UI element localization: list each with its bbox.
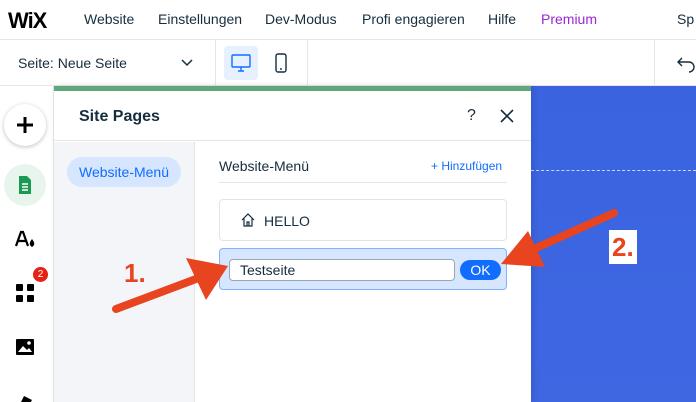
- plus-icon: [17, 117, 33, 133]
- pages-menu-button[interactable]: [4, 164, 46, 206]
- page-selector-value: Neue Seite: [57, 55, 127, 71]
- top-menu-bar: WiX Website Einstellungen Dev-Modus Prof…: [0, 0, 696, 40]
- panel-title: Site Pages: [79, 108, 160, 125]
- blog-button[interactable]: [4, 380, 46, 402]
- page-row-hello[interactable]: HELLO: [219, 199, 507, 241]
- desktop-view-button[interactable]: [224, 46, 258, 80]
- left-tool-rail: 2: [0, 86, 54, 402]
- toolbar-divider: [654, 40, 655, 86]
- add-elements-button[interactable]: [4, 104, 46, 146]
- menu-premium[interactable]: Premium: [541, 11, 597, 27]
- section-divider: [219, 182, 507, 183]
- menu-dev-modus[interactable]: Dev-Modus: [265, 11, 337, 27]
- site-pages-panel: Site Pages ? Website-Menü Website-Menü +…: [54, 86, 531, 402]
- annotation-step-1: 1.: [124, 258, 146, 288]
- apps-notification-badge: 2: [33, 267, 48, 282]
- undo-icon[interactable]: [676, 53, 696, 73]
- section-title: Website-Menü: [219, 158, 310, 174]
- page-name: HELLO: [264, 213, 310, 229]
- page-selector-label: Seite: Neue Seite: [18, 55, 127, 71]
- menu-hilfe[interactable]: Hilfe: [488, 11, 516, 27]
- menu-profi-engagieren[interactable]: Profi engagieren: [362, 11, 465, 27]
- add-page-link[interactable]: + Hinzufügen: [431, 159, 502, 173]
- toolbar-divider: [307, 40, 308, 86]
- panel-header: Site Pages ?: [54, 91, 531, 141]
- editor-toolbar: Seite: Neue Seite: [0, 40, 696, 86]
- pen-nib-icon: [21, 396, 32, 402]
- site-design-button[interactable]: [4, 218, 46, 260]
- annotation-step-2: 2.: [609, 230, 637, 264]
- menu-einstellungen[interactable]: Einstellungen: [158, 11, 242, 27]
- ok-button[interactable]: OK: [460, 260, 501, 280]
- mobile-view-button[interactable]: [264, 46, 298, 80]
- page-document-icon: [19, 176, 31, 194]
- menu-speichern-partial[interactable]: Sp: [677, 11, 694, 27]
- desktop-icon: [231, 54, 251, 72]
- media-button[interactable]: [4, 326, 46, 368]
- close-icon[interactable]: [500, 109, 514, 123]
- home-icon: [241, 213, 255, 227]
- website-menu-tab[interactable]: Website-Menü: [67, 157, 182, 187]
- wix-logo[interactable]: WiX: [8, 8, 47, 34]
- chevron-down-icon: [181, 59, 193, 67]
- menu-website[interactable]: Website: [84, 11, 134, 27]
- help-button[interactable]: ?: [467, 107, 476, 125]
- text-color-drop-icon: [15, 230, 35, 247]
- page-name-input[interactable]: [229, 259, 455, 281]
- page-rename-row: OK: [219, 248, 507, 290]
- page-selector[interactable]: Seite: Neue Seite: [0, 40, 216, 86]
- image-icon: [16, 339, 34, 355]
- mobile-icon: [275, 53, 287, 73]
- section-guide-line: [531, 170, 696, 171]
- apps-grid-icon: [16, 284, 34, 302]
